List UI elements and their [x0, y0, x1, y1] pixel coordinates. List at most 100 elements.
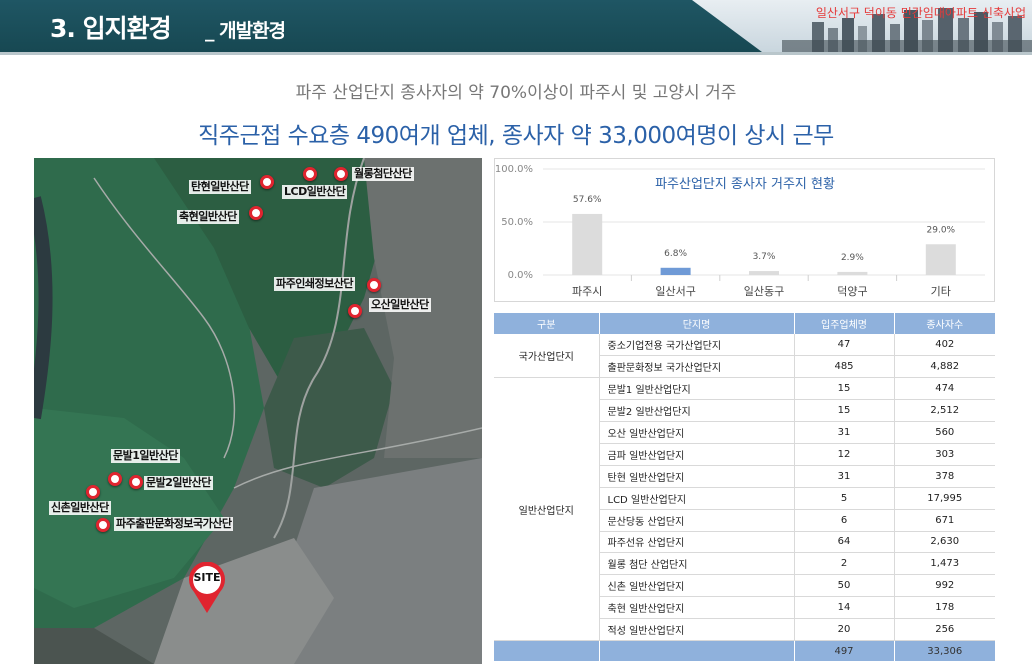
pin-chukhyeon[interactable]	[249, 206, 263, 220]
bar-2	[749, 271, 779, 275]
map-terrain	[34, 158, 482, 664]
worker-count-cell: 992	[894, 574, 995, 598]
label-sinchon: 신촌일반산단	[49, 501, 111, 515]
company-count-cell: 485	[794, 355, 895, 379]
complex-name-cell: 축현 일반산업단지	[599, 596, 795, 620]
x-category-label: 일산서구	[655, 284, 695, 298]
complex-name-cell: LCD 일반산업단지	[599, 487, 795, 510]
site-marker[interactable]: SITE	[187, 561, 227, 614]
worker-count-cell: 560	[894, 421, 995, 444]
worker-count-cell: 178	[894, 596, 995, 620]
label-lcd: LCD일반산단	[282, 185, 348, 199]
section-subtitle: _ 개발환경	[205, 20, 286, 42]
company-count-cell: 15	[794, 377, 895, 401]
project-tag: 일산서구 덕이동 민간임대아파트 신축사업	[815, 6, 1026, 20]
company-count-cell: 50	[794, 574, 895, 598]
complex-name-cell: 적성 일반산업단지	[599, 618, 795, 641]
complex-name-cell: 금파 일반산업단지	[599, 443, 795, 466]
company-count-cell: 64	[794, 531, 895, 554]
total-cell: 33,306	[894, 640, 995, 662]
pin-publishing[interactable]	[96, 518, 110, 532]
complex-name-cell: 월롱 첨단 산업단지	[599, 552, 795, 576]
group-cell: 일반산업단지	[494, 377, 600, 641]
data-label: 29.0%	[927, 225, 956, 235]
data-label: 57.6%	[573, 195, 602, 205]
pin-sinchon[interactable]	[86, 485, 100, 499]
label-wolleung: 월롱첨단산단	[352, 167, 414, 181]
worker-count-cell: 378	[894, 465, 995, 488]
company-count-cell: 12	[794, 443, 895, 466]
complex-name-cell: 문발2 일반산업단지	[599, 399, 795, 423]
data-label: 3.7%	[753, 252, 776, 262]
label-osan: 오산일반산단	[369, 298, 431, 312]
data-label: 6.8%	[664, 249, 687, 259]
bar-4	[925, 244, 956, 275]
worker-count-cell: 474	[894, 377, 995, 401]
label-munbal2: 문발2일반산단	[144, 476, 213, 490]
company-count-cell: 5	[794, 487, 895, 510]
company-count-cell: 20	[794, 618, 895, 641]
site-label: SITE	[193, 571, 221, 584]
company-count-cell: 14	[794, 596, 895, 620]
bar-1	[660, 267, 691, 275]
complex-name-cell: 파주선유 산업단지	[599, 531, 795, 554]
pin-printing[interactable]	[367, 278, 381, 292]
industrial-complex-table: 구분 단지명 입주업체명 종사자수 국가산업단지 중소기업전용 국가산업단지 47 4…	[494, 313, 995, 662]
apartment-skyline-image: 일산서구 덕이동 민간임대아파트 신축사업	[692, 0, 1032, 52]
worker-count-cell: 303	[894, 443, 995, 466]
pin-munbal1[interactable]	[108, 472, 122, 486]
company-count-cell: 15	[794, 399, 895, 423]
pin-osan[interactable]	[348, 304, 362, 318]
column-header: 입주업체명	[794, 313, 895, 334]
table-header-row: 구분 단지명 입주업체명 종사자수	[494, 313, 995, 334]
pin-wolleung[interactable]	[334, 167, 348, 181]
group-cell: 국가산업단지	[494, 334, 600, 379]
label-publishing: 파주출판문화정보국가산단	[114, 517, 234, 531]
total-cell	[599, 640, 795, 662]
worker-count-cell: 1,473	[894, 552, 995, 576]
pin-lcd[interactable]	[303, 167, 317, 181]
company-count-cell: 47	[794, 334, 895, 357]
bar-3	[837, 271, 868, 275]
x-category-label: 덕양구	[837, 285, 867, 298]
worker-count-cell: 17,995	[894, 487, 995, 510]
total-cell	[494, 640, 600, 662]
data-label: 2.9%	[841, 253, 864, 263]
worker-count-cell: 4,882	[894, 355, 995, 379]
label-printing: 파주인쇄정보산단	[274, 277, 355, 291]
company-count-cell: 31	[794, 421, 895, 444]
residence-bar-chart: 0.0% 50.0% 100.0% 57.6% 파주시 6.8% 일산서구 3.7% 일산동구 2…	[494, 158, 995, 302]
header-divider	[0, 52, 1032, 55]
headline-demand: 직주근접 수요층 490여개 업체, 종사자 약 33,000여명이 상시 근무	[198, 123, 834, 149]
satellite-map: 월롱첨단산단 LCD일반산단 탄현일반산단 축현일반산단 파주인쇄정보산단 오산…	[34, 158, 482, 664]
label-tanhyeon: 탄현일반산단	[189, 180, 251, 194]
y-tick-label: 0.0%	[508, 270, 533, 281]
column-header: 종사자수	[894, 313, 995, 334]
label-munbal1: 문발1일반산단	[111, 449, 180, 463]
pin-tanhyeon[interactable]	[260, 175, 274, 189]
chart-title: 파주산업단지 종사자 거주지 현황	[655, 177, 835, 192]
complex-name-cell: 문산당동 산업단지	[599, 509, 795, 532]
y-tick-label: 50.0%	[501, 217, 533, 228]
worker-count-cell: 402	[894, 334, 995, 357]
worker-count-cell: 671	[894, 509, 995, 532]
y-tick-label: 100.0%	[495, 164, 533, 175]
table-body: 국가산업단지 중소기업전용 국가산업단지 47 402 출판문화정보 국가산업단지 485…	[494, 334, 995, 662]
company-count-cell: 31	[794, 465, 895, 488]
worker-count-cell: 2,630	[894, 531, 995, 554]
table-row: 일반산업단지 문발1 일반산업단지 15 474	[494, 377, 995, 641]
complex-name-cell: 문발1 일반산업단지	[599, 377, 795, 401]
x-category-label: 파주시	[572, 285, 602, 298]
complex-name-cell: 출판문화정보 국가산업단지	[599, 355, 795, 379]
table-row: 국가산업단지 중소기업전용 국가산업단지 47 402	[494, 334, 995, 379]
company-count-cell: 2	[794, 552, 895, 576]
total-cell: 497	[794, 640, 895, 662]
site-pin-icon	[189, 561, 225, 613]
complex-name-cell: 오산 일반산업단지	[599, 421, 795, 444]
section-title: 3. 입지환경	[50, 14, 172, 43]
complex-name-cell: 중소기업전용 국가산업단지	[599, 334, 795, 357]
bar-0	[572, 213, 603, 275]
complex-name-cell: 탄현 일반산업단지	[599, 465, 795, 488]
pin-munbal2[interactable]	[129, 475, 143, 489]
x-category-label: 일산동구	[744, 284, 784, 298]
